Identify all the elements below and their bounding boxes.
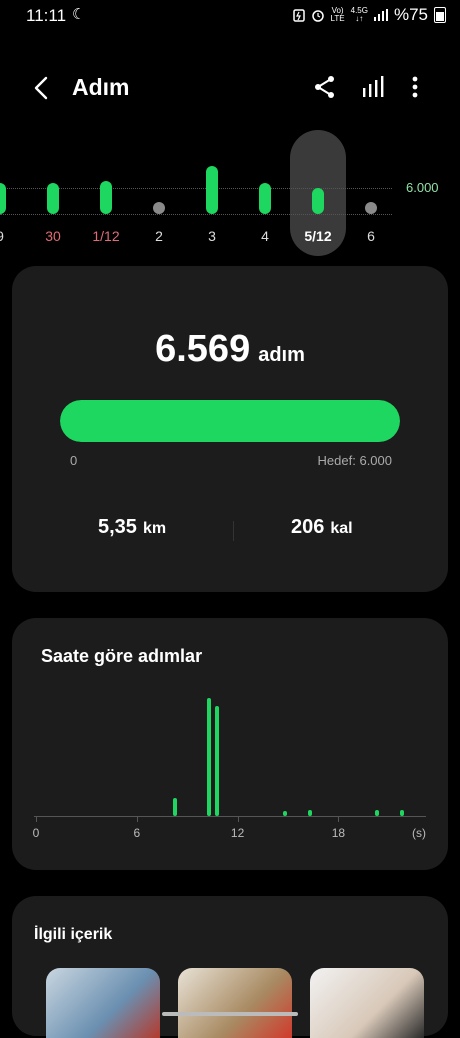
related-thumbnail[interactable] xyxy=(178,968,292,1038)
network-indicator: 4.5G ↓↑ xyxy=(350,6,368,23)
hourly-bar xyxy=(400,810,405,816)
steps-number: 6.569 xyxy=(155,328,251,370)
hourly-bar xyxy=(207,698,212,816)
progress-fill xyxy=(60,400,400,442)
day-bar[interactable] xyxy=(47,183,59,214)
battery-saver-icon xyxy=(292,9,305,22)
day-bar[interactable] xyxy=(206,166,218,214)
day-selector[interactable]: 6.000 9 30 1/12 234 5/12 6 xyxy=(0,130,460,260)
battery-icon xyxy=(434,7,446,23)
status-indicators: Vo) LTE 4.5G ↓↑ %75 xyxy=(292,5,446,25)
status-bar: 11:11 ☾ Vo) LTE 4.5G ↓↑ %75 xyxy=(0,0,460,32)
steps-count: 6.569 adım xyxy=(12,328,448,371)
distance-stat: 5,35 km xyxy=(98,516,167,538)
day-label[interactable]: 2 xyxy=(139,228,179,244)
day-empty-dot[interactable] xyxy=(153,202,165,214)
related-title: İlgili içerik xyxy=(34,926,113,943)
alarm-icon xyxy=(311,10,324,22)
goal-label: 6.000 xyxy=(406,180,439,195)
related-thumbnail[interactable] xyxy=(46,968,160,1038)
calories-stat: 206 kal xyxy=(291,516,353,538)
day-label[interactable]: 6 xyxy=(351,228,391,244)
day-label[interactable]: 30 xyxy=(33,228,73,244)
back-icon[interactable] xyxy=(28,74,56,102)
hourly-x-axis xyxy=(34,816,426,817)
day-bar[interactable] xyxy=(0,183,6,214)
hourly-bar xyxy=(215,706,220,816)
volte-indicator: Vo) LTE xyxy=(330,6,345,23)
day-bar[interactable] xyxy=(312,188,324,214)
more-icon[interactable] xyxy=(402,74,428,100)
goal-text: Hedef: 6.000 xyxy=(317,453,392,468)
hourly-bar xyxy=(307,810,312,816)
day-label[interactable]: 5/12 xyxy=(298,228,338,244)
share-icon[interactable] xyxy=(312,74,338,100)
hourly-bar xyxy=(282,811,287,816)
progress-min-label: 0 xyxy=(70,453,78,468)
baseline-line xyxy=(0,214,392,215)
hour-tick-mark xyxy=(338,816,340,822)
chart-icon[interactable] xyxy=(360,74,386,100)
stat-divider xyxy=(233,521,234,541)
hourly-title: Saate göre adımlar xyxy=(41,646,203,666)
page-title: Adım xyxy=(72,74,130,100)
summary-card: 6.569 adım 0 Hedef: 6.000 5,35 km 206 kal xyxy=(12,266,448,592)
hour-tick-label: (s) xyxy=(412,826,426,840)
day-bar[interactable] xyxy=(259,183,271,214)
day-label[interactable]: 9 xyxy=(0,228,20,244)
steps-unit: adım xyxy=(258,344,305,366)
hour-tick-label: 12 xyxy=(230,826,245,840)
related-thumbnail[interactable] xyxy=(310,968,424,1038)
hour-tick-label: 6 xyxy=(133,826,141,840)
moon-icon: ☾ xyxy=(72,6,86,23)
hour-tick-mark xyxy=(36,816,37,822)
battery-percent: %75 xyxy=(393,5,428,24)
hour-tick-label: 18 xyxy=(331,826,346,840)
hourly-steps-card[interactable]: Saate göre adımlar 0 6 12 18 (s) xyxy=(12,618,448,870)
day-empty-dot[interactable] xyxy=(365,202,377,214)
hour-tick-label: 0 xyxy=(32,826,40,840)
home-indicator[interactable] xyxy=(162,1012,298,1016)
hour-tick-mark xyxy=(136,816,138,822)
signal-icon xyxy=(373,9,388,21)
hourly-bar xyxy=(375,810,380,816)
app-header: Adım xyxy=(0,62,460,114)
day-bar[interactable] xyxy=(100,180,112,214)
day-label[interactable]: 3 xyxy=(192,228,232,244)
status-time: 11:11 xyxy=(26,6,67,25)
steps-progress-bar xyxy=(60,400,400,442)
hour-tick-mark xyxy=(237,816,239,822)
hourly-bar xyxy=(173,798,178,816)
day-label[interactable]: 1/12 xyxy=(86,228,126,244)
day-label[interactable]: 4 xyxy=(245,228,285,244)
